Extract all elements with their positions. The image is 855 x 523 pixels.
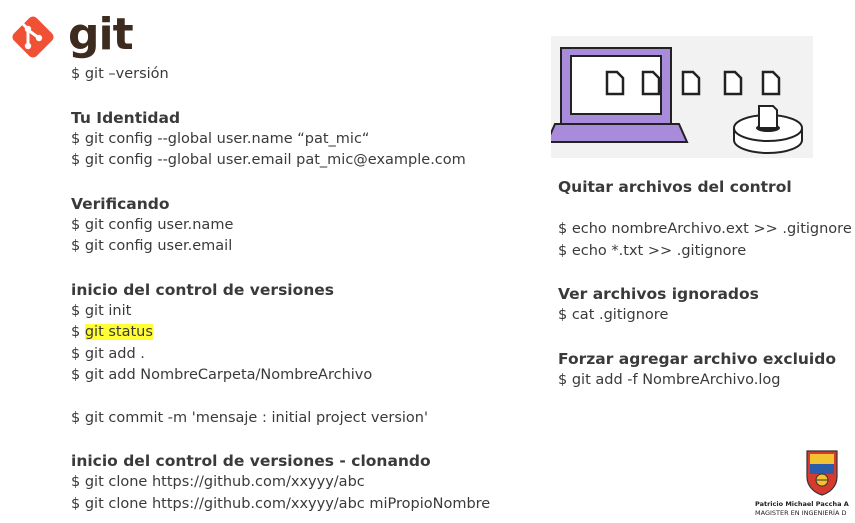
identity-heading: Tu Identidad xyxy=(71,108,181,127)
cat-gitignore-command: $ cat .gitignore xyxy=(558,307,669,323)
identity-email-command: $ git config --global user.email pat_mic… xyxy=(71,152,466,168)
git-logo: git xyxy=(8,10,134,64)
author-name: Patricio Michael Paccha A xyxy=(755,500,849,508)
force-add-command: $ git add -f NombreArchivo.log xyxy=(558,371,781,388)
verify-name-command: $ git config user.name xyxy=(71,216,234,233)
add-file-command: $ git add NombreCarpeta/NombreArchivo xyxy=(71,367,373,383)
clone-named-command: $ git clone https://github.com/xxyyy/abc… xyxy=(71,495,491,512)
university-crest-icon xyxy=(806,450,838,496)
status-highlight: git status xyxy=(84,324,153,340)
ignore-pattern-command: $ echo *.txt >> .gitignore xyxy=(558,242,747,259)
ignore-file-command: $ echo nombreArchivo.ext >> .gitignore xyxy=(558,221,852,237)
commit-command: $ git commit -m 'mensaje : initial proje… xyxy=(71,409,428,426)
verify-heading: Verificando xyxy=(71,194,170,213)
left-column: $ git –versión Tu Identidad $ git config… xyxy=(71,64,541,515)
git-wordmark: git xyxy=(68,9,134,60)
status-prefix: $ xyxy=(71,324,85,340)
author-credit: Patricio Michael Paccha A MAGISTER EN IN… xyxy=(755,500,855,518)
identity-name-command: $ git config --global user.name “pat_mic… xyxy=(71,130,370,147)
git-diamond-icon xyxy=(12,16,54,58)
remove-heading: Quitar archivos del control xyxy=(558,178,792,196)
clone-heading: inicio del control de versiones - clonan… xyxy=(71,452,431,470)
status-command: $ git status xyxy=(71,322,541,344)
gitignore-illustration xyxy=(545,36,813,158)
author-title: MAGISTER EN INGENIERÍA D xyxy=(755,509,847,517)
ignored-heading: Ver archivos ignorados xyxy=(558,285,759,303)
add-all-command: $ git add . xyxy=(71,345,145,362)
force-heading: Forzar agregar archivo excluido xyxy=(558,349,836,368)
verify-email-command: $ git config user.email xyxy=(71,238,233,254)
init-heading: inicio del control de versiones xyxy=(71,280,335,299)
clone-command: $ git clone https://github.com/xxyyy/abc xyxy=(71,474,365,490)
init-command: $ git init xyxy=(71,302,132,319)
right-column: Quitar archivos del control $ echo nombr… xyxy=(558,176,855,391)
version-command: $ git –versión xyxy=(71,66,169,82)
